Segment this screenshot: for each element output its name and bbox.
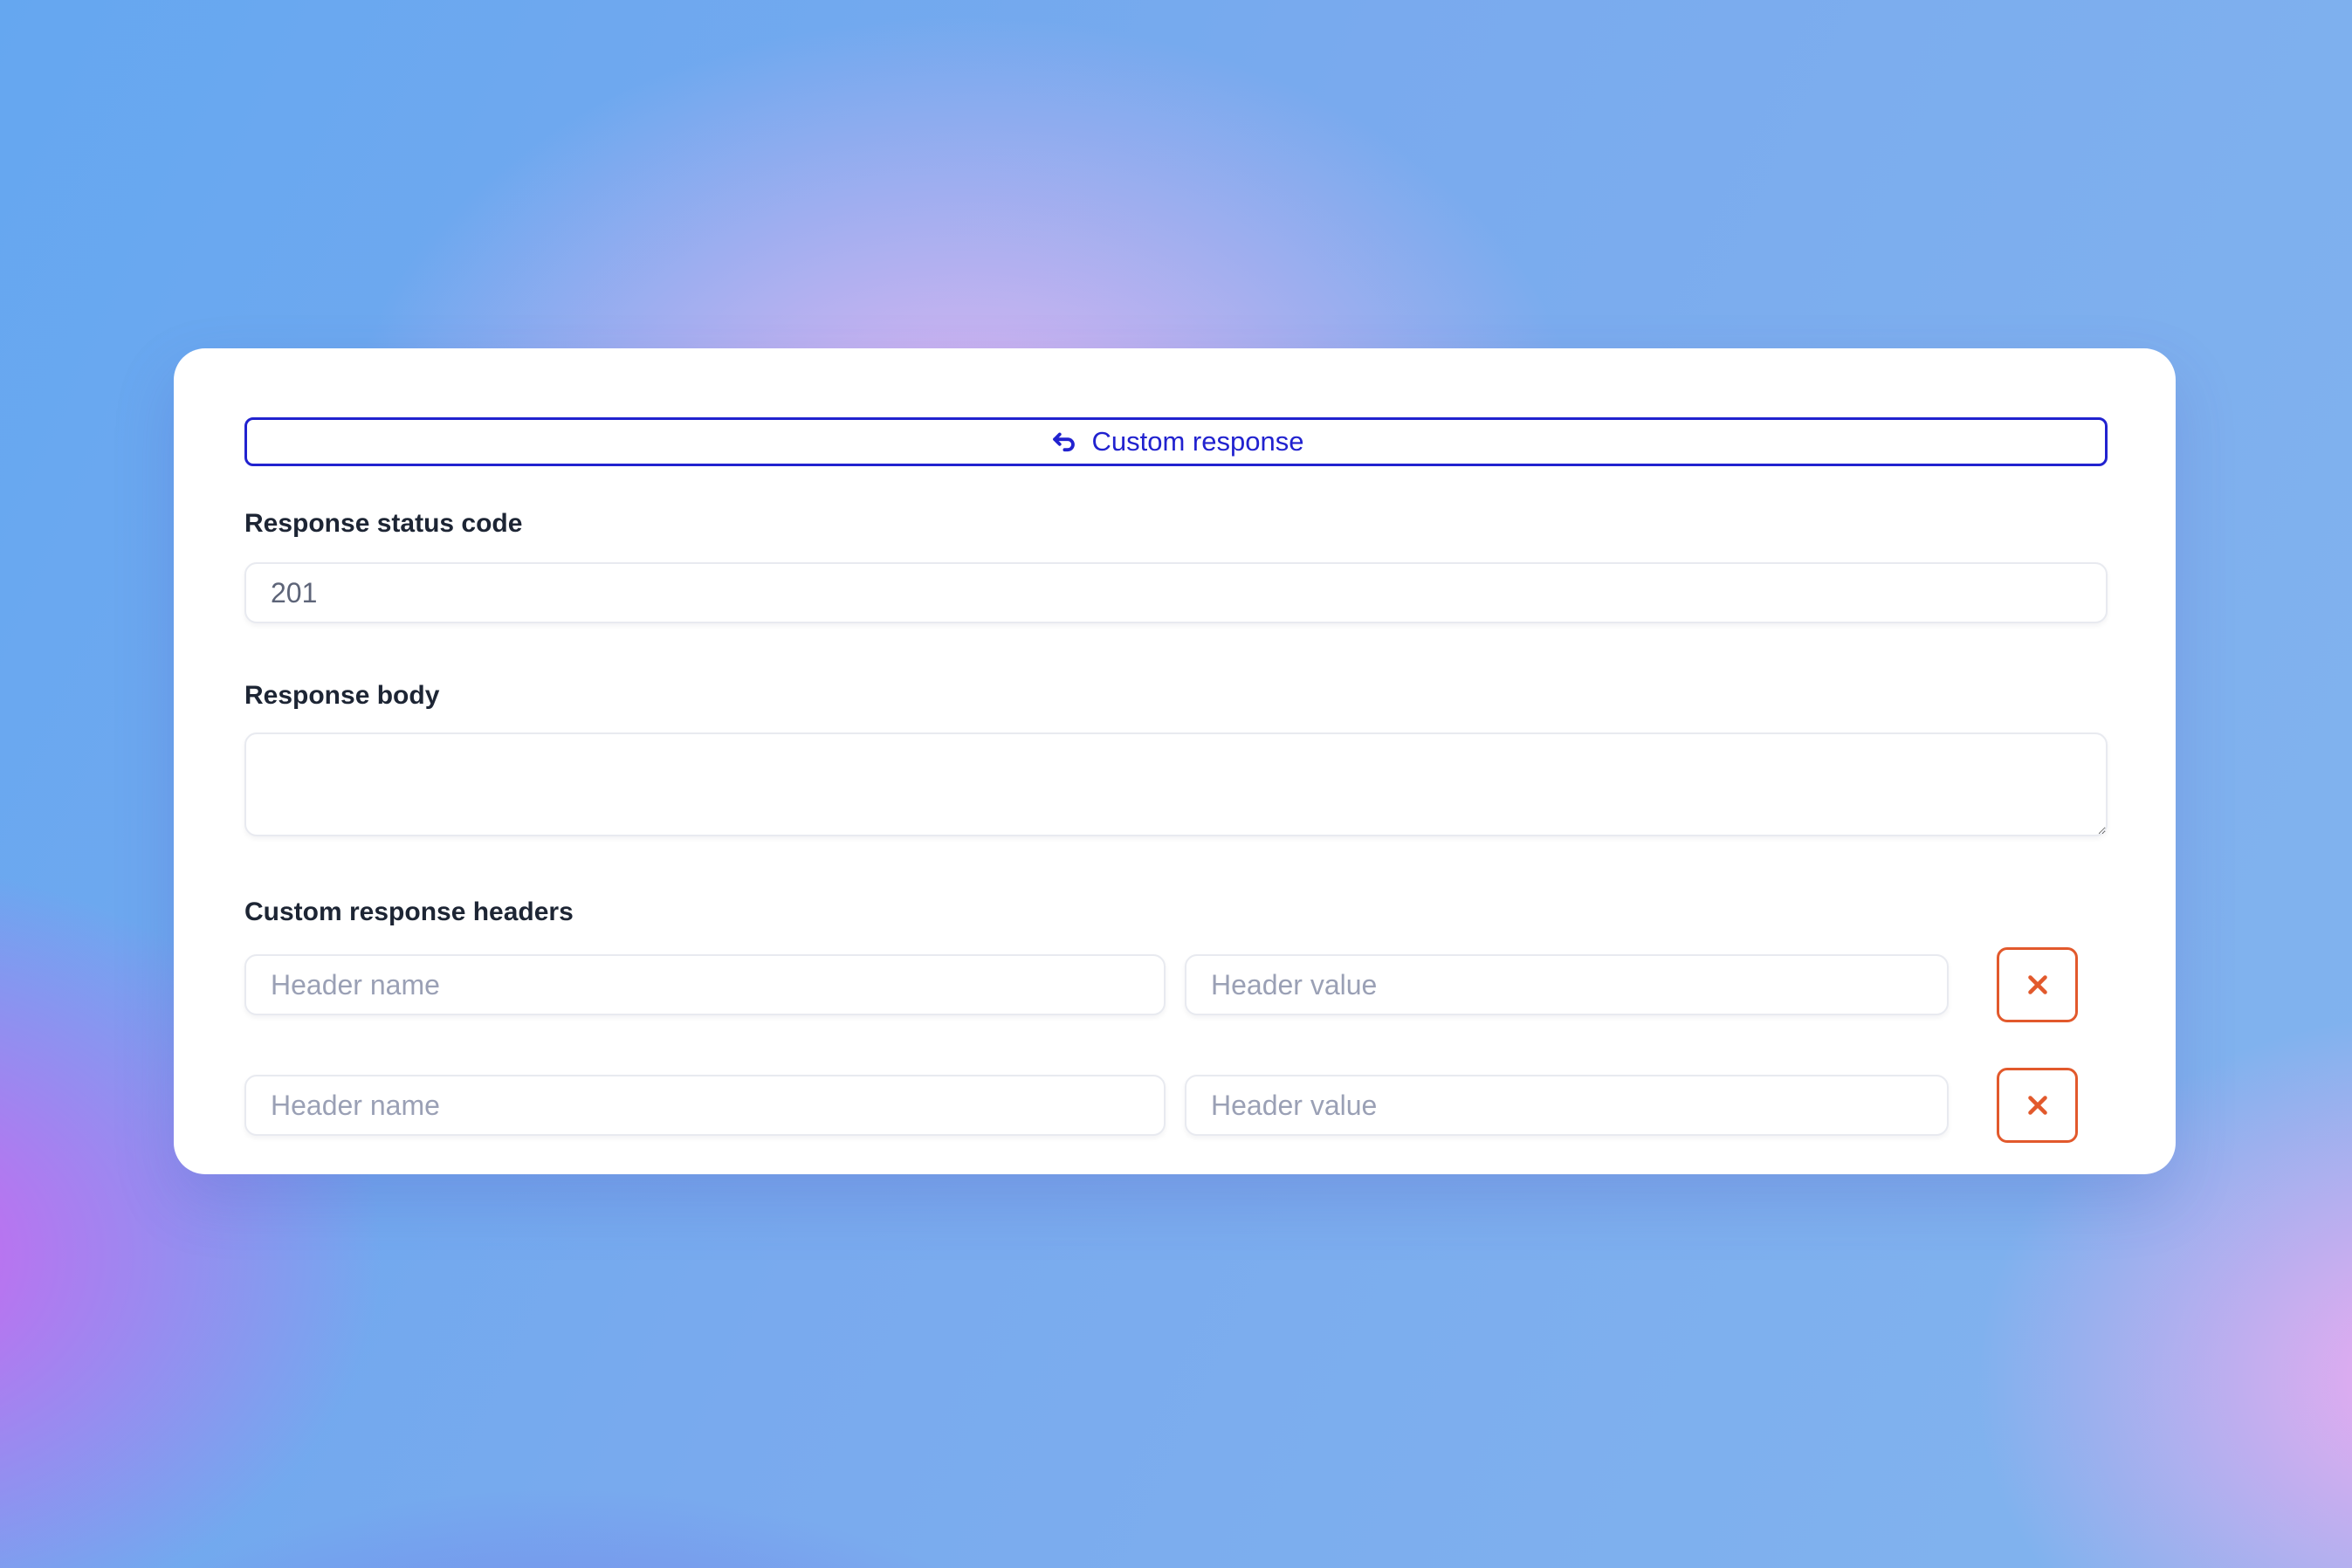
header-name-input[interactable] (244, 954, 1166, 1015)
x-icon (2023, 970, 2053, 1000)
header-row (244, 947, 2108, 1022)
remove-header-button[interactable] (1997, 947, 2078, 1022)
remove-header-button[interactable] (1997, 1068, 2078, 1143)
response-body-textarea[interactable] (244, 732, 2108, 836)
status-code-input[interactable] (244, 562, 2108, 623)
header-name-input[interactable] (244, 1075, 1166, 1136)
response-body-label: Response body (244, 680, 2108, 712)
header-row (244, 1068, 2108, 1143)
reply-arrow-icon (1049, 427, 1078, 457)
header-value-input[interactable] (1185, 1075, 1949, 1136)
header-value-input[interactable] (1185, 954, 1949, 1015)
status-code-label: Response status code (244, 508, 2108, 540)
page-background: { "theme": { "accent_blue": "#2122cf", "… (0, 0, 2352, 1568)
custom-response-button-label: Custom response (1092, 426, 1304, 457)
custom-response-panel: Custom response Response status code Res… (174, 348, 2176, 1174)
x-icon (2023, 1090, 2053, 1120)
custom-headers-label: Custom response headers (244, 897, 2108, 928)
custom-response-button[interactable]: Custom response (244, 417, 2108, 466)
